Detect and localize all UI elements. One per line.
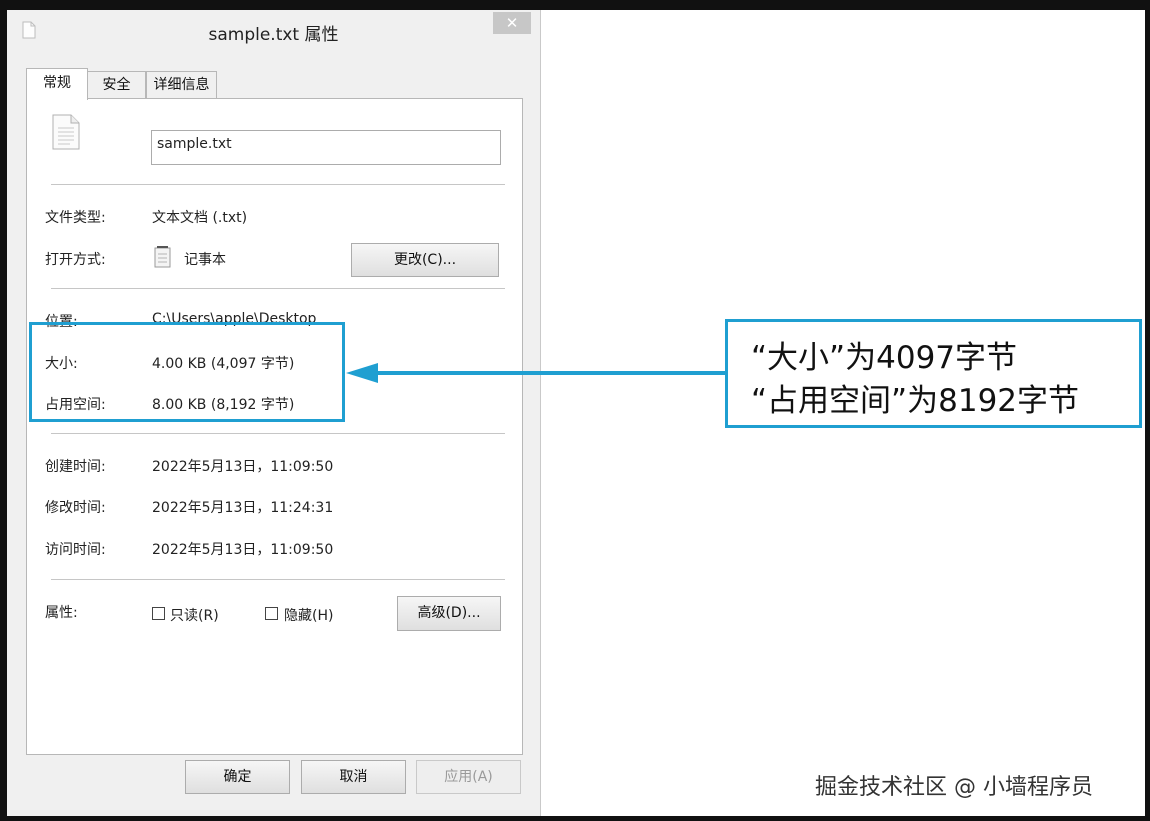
filename-input[interactable]: sample.txt xyxy=(151,130,501,165)
annotation-line-size-on-disk: “占用空间”为8192字节 xyxy=(751,383,1080,419)
opens-with-label: 打开方式: xyxy=(45,252,106,268)
document-icon xyxy=(52,114,80,150)
accessed-label: 访问时间: xyxy=(45,542,106,558)
divider xyxy=(51,579,505,580)
file-type-label: 文件类型: xyxy=(45,210,106,226)
modified-value: 2022年5月13日，11:24:31 xyxy=(152,500,334,516)
notepad-icon xyxy=(154,246,171,268)
close-icon: ✕ xyxy=(505,14,519,32)
size-highlight-box xyxy=(29,322,345,422)
accessed-value: 2022年5月13日，11:09:50 xyxy=(152,542,334,558)
change-button[interactable]: 更改(C)... xyxy=(351,243,499,277)
tab-details[interactable]: 详细信息 xyxy=(146,71,217,98)
opens-with-value: 记事本 xyxy=(184,252,226,268)
tab-general[interactable]: 常规 xyxy=(26,68,88,100)
title-bar[interactable]: sample.txt 属性 ✕ xyxy=(7,10,540,50)
modified-label: 修改时间: xyxy=(45,500,106,516)
watermark: 掘金技术社区 @ 小墙程序员 xyxy=(815,775,1093,800)
apply-button[interactable]: 应用(A) xyxy=(416,760,521,794)
tab-security[interactable]: 安全 xyxy=(87,71,146,98)
readonly-checkbox[interactable] xyxy=(152,607,165,620)
annotation-line-size: “大小”为4097字节 xyxy=(751,340,1018,376)
divider xyxy=(51,184,505,185)
created-label: 创建时间: xyxy=(45,459,106,475)
readonly-label[interactable]: 只读(R) xyxy=(170,605,219,625)
annotation-callout: “大小”为4097字节 “占用空间”为8192字节 xyxy=(725,319,1142,428)
hidden-checkbox[interactable] xyxy=(265,607,278,620)
callout-arrow xyxy=(346,363,727,383)
divider xyxy=(51,433,505,434)
divider xyxy=(51,288,505,289)
attributes-label: 属性: xyxy=(45,605,78,621)
file-type-value: 文本文档 (.txt) xyxy=(152,210,248,226)
window-title: sample.txt 属性 xyxy=(208,25,339,45)
ok-button[interactable]: 确定 xyxy=(185,760,290,794)
hidden-label[interactable]: 隐藏(H) xyxy=(284,605,333,625)
close-button[interactable]: ✕ xyxy=(493,12,531,34)
general-tab-panel xyxy=(26,98,523,755)
created-value: 2022年5月13日，11:09:50 xyxy=(152,459,334,475)
cancel-button[interactable]: 取消 xyxy=(301,760,406,794)
advanced-button[interactable]: 高级(D)... xyxy=(397,596,501,631)
